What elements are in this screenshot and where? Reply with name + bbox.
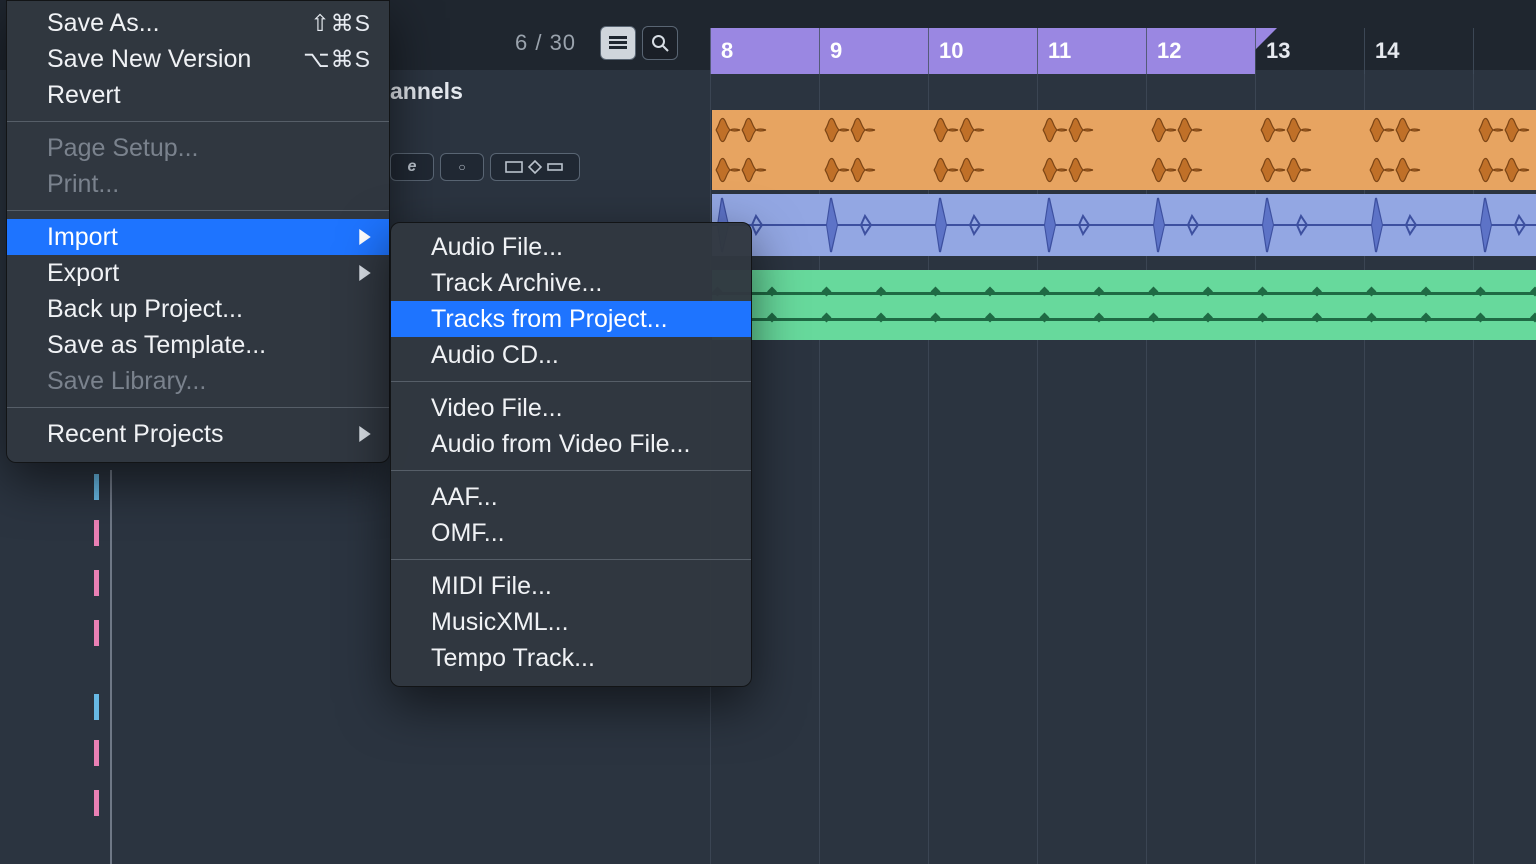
menu-item-label: Recent Projects (47, 420, 223, 449)
menu-item-label: Save As... (47, 9, 160, 38)
menu-item-label: Video File... (431, 394, 563, 423)
marker-pin[interactable] (94, 740, 99, 766)
menu-item-label: Audio from Video File... (431, 430, 690, 459)
submenu-item-audio-from-video[interactable]: Audio from Video File... (391, 426, 751, 462)
menu-item-page-setup: Page Setup... (7, 130, 389, 166)
midi-clip-keys[interactable] (712, 270, 1536, 340)
submenu-arrow-icon (359, 229, 371, 245)
menu-item-label: Import (47, 223, 118, 252)
marker-pin[interactable] (94, 474, 99, 500)
marker-pin[interactable] (94, 520, 99, 546)
submenu-item-tempo-track[interactable]: Tempo Track... (391, 640, 751, 676)
menu-item-label: Audio File... (431, 233, 563, 262)
ruler-bar[interactable]: 8 (710, 28, 819, 74)
menu-item-label: Print... (47, 170, 119, 199)
menu-item-recent-projects[interactable]: Recent Projects (7, 416, 389, 452)
search-icon[interactable] (642, 26, 678, 60)
chip-edit-icon[interactable]: e (390, 153, 434, 181)
submenu-item-audio-file[interactable]: Audio File... (391, 229, 751, 265)
menu-item-label: Track Archive... (431, 269, 602, 298)
audio-clip-drums-2[interactable] (712, 150, 1536, 190)
submenu-item-aaf[interactable]: AAF... (391, 479, 751, 515)
ruler-bar[interactable]: 10 (928, 28, 1037, 74)
menu-item-label: Save New Version (47, 45, 251, 74)
submenu-arrow-icon (359, 265, 371, 281)
menu-item-label: Back up Project... (47, 295, 243, 324)
channel-counter: 6 / 30 (515, 30, 576, 56)
submenu-item-video-file[interactable]: Video File... (391, 390, 751, 426)
menu-item-save-as-template[interactable]: Save as Template... (7, 327, 389, 363)
menu-shortcut: ⇧⌘S (310, 10, 371, 37)
menu-item-save-as[interactable]: Save As... ⇧⌘S (7, 5, 389, 41)
submenu-arrow-icon (359, 426, 371, 442)
channels-label-fragment: annels (390, 78, 463, 105)
menu-item-label: Audio CD... (431, 341, 559, 370)
marker-pin[interactable] (94, 694, 99, 720)
menu-item-label: Save as Template... (47, 331, 266, 360)
menu-item-revert[interactable]: Revert (7, 77, 389, 113)
file-menu[interactable]: Save As... ⇧⌘S Save New Version ⌥⌘S Reve… (6, 0, 390, 463)
menu-item-label: Tracks from Project... (431, 305, 668, 334)
submenu-item-omf[interactable]: OMF... (391, 515, 751, 551)
menu-separator (7, 121, 389, 122)
submenu-item-midi-file[interactable]: MIDI File... (391, 568, 751, 604)
ruler-bar[interactable] (1473, 28, 1536, 74)
ruler-bar[interactable]: 11 (1037, 28, 1146, 74)
menu-item-label: OMF... (431, 519, 505, 548)
menu-separator (7, 407, 389, 408)
menu-item-export[interactable]: Export (7, 255, 389, 291)
track-toolbar-chips: e ○ (390, 152, 580, 182)
menu-item-label: MIDI File... (431, 572, 552, 601)
menu-separator (391, 470, 751, 471)
menu-item-label: Revert (47, 81, 121, 110)
submenu-item-audio-cd[interactable]: Audio CD... (391, 337, 751, 373)
audio-clip-bass[interactable] (712, 194, 1536, 256)
ruler-bar[interactable]: 14 (1364, 28, 1473, 74)
submenu-item-musicxml[interactable]: MusicXML... (391, 604, 751, 640)
chip-dot-icon[interactable]: ○ (440, 153, 484, 181)
ruler-bar[interactable]: 13 (1255, 28, 1364, 74)
import-submenu[interactable]: Audio File... Track Archive... Tracks fr… (390, 222, 752, 687)
marker-pin[interactable] (94, 620, 99, 646)
list-view-icon[interactable] (600, 26, 636, 60)
menu-item-print: Print... (7, 166, 389, 202)
timeline-area[interactable] (706, 74, 1536, 864)
marker-strip (86, 470, 134, 864)
marker-pin[interactable] (94, 790, 99, 816)
menu-item-save-new-version[interactable]: Save New Version ⌥⌘S (7, 41, 389, 77)
marker-pin[interactable] (94, 570, 99, 596)
ruler-bar[interactable]: 9 (819, 28, 928, 74)
menu-item-label: Export (47, 259, 119, 288)
audio-clip-drums-1[interactable] (712, 110, 1536, 150)
chip-crossfade-icon[interactable] (490, 153, 580, 181)
menu-item-label: Save Library... (47, 367, 206, 396)
menu-separator (7, 210, 389, 211)
submenu-item-tracks-from-project[interactable]: Tracks from Project... (391, 301, 751, 337)
menu-item-label: Page Setup... (47, 134, 199, 163)
menu-item-label: AAF... (431, 483, 498, 512)
menu-item-import[interactable]: Import (7, 219, 389, 255)
menu-item-save-library: Save Library... (7, 363, 389, 399)
menu-item-backup-project[interactable]: Back up Project... (7, 291, 389, 327)
menu-separator (391, 559, 751, 560)
menu-item-label: Tempo Track... (431, 644, 595, 673)
submenu-item-track-archive[interactable]: Track Archive... (391, 265, 751, 301)
ruler-bar[interactable]: 12 (1146, 28, 1255, 74)
menu-shortcut: ⌥⌘S (303, 46, 371, 73)
menu-separator (391, 381, 751, 382)
timeline-ruler[interactable]: 8 9 10 11 12 13 14 (710, 28, 1536, 74)
menu-item-label: MusicXML... (431, 608, 569, 637)
